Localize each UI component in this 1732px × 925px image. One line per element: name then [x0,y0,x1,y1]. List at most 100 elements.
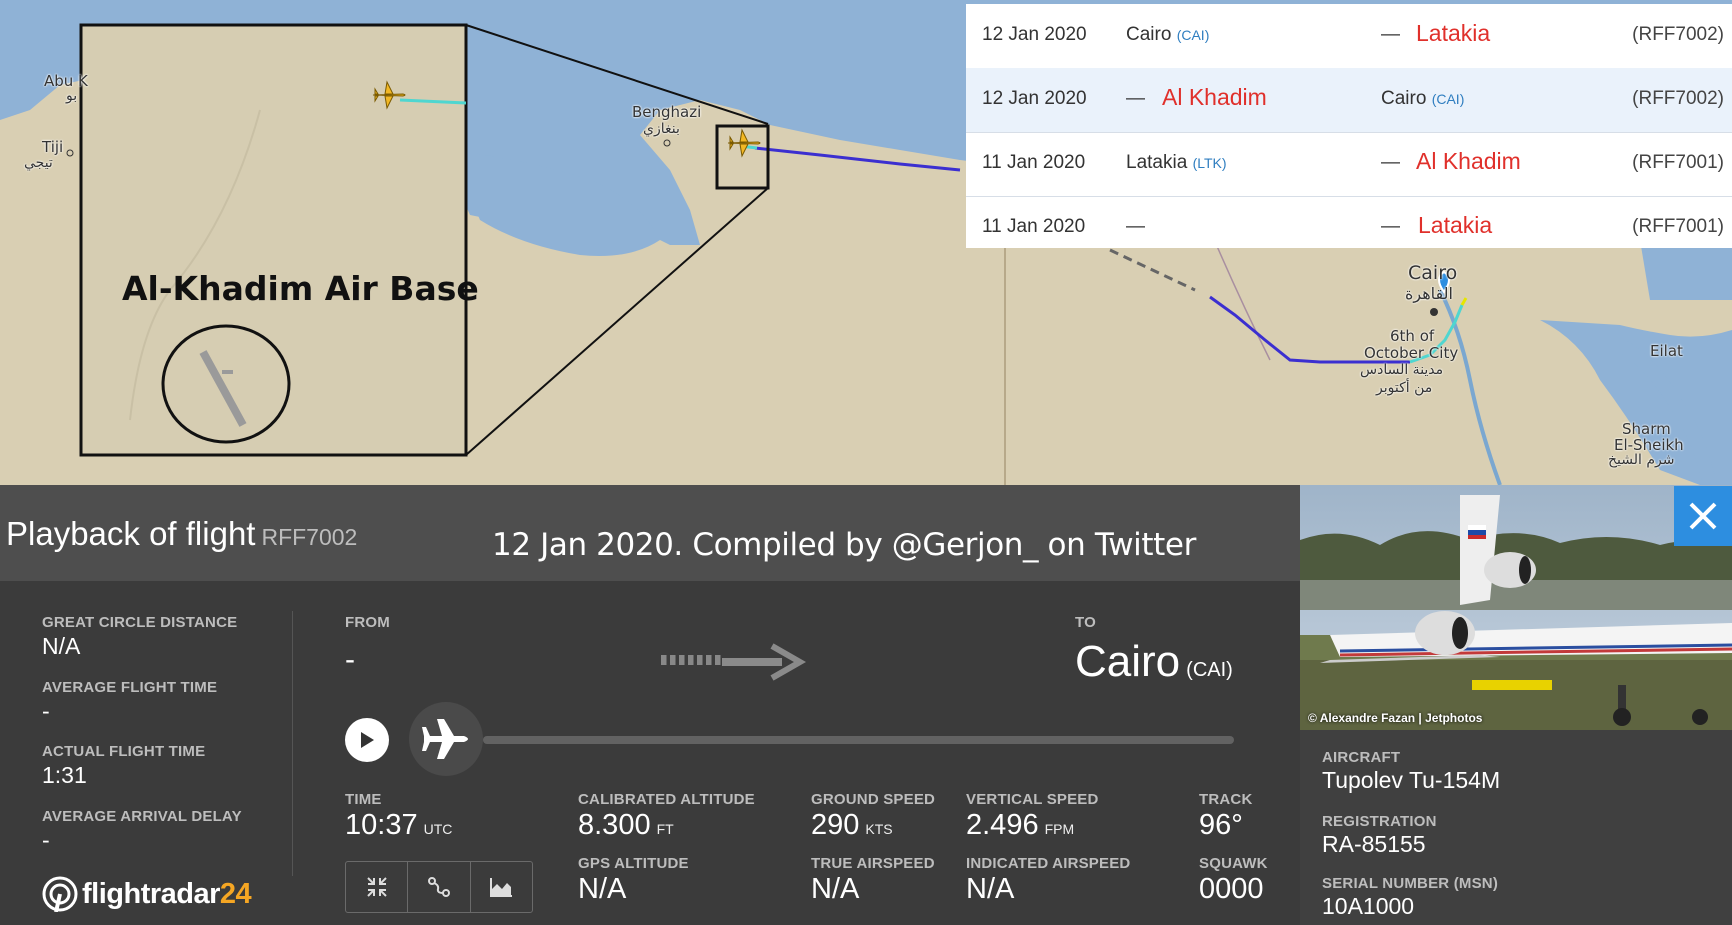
vertical-speed-label: VERTICAL SPEED [966,791,1099,808]
history-from-city: Cairo [1126,24,1172,45]
history-flight: (RFF7001) [1632,216,1724,237]
history-row[interactable]: 11 Jan 2020 Latakia (LTK) — Al Khadim (R… [966,132,1732,197]
cal-alt-value: 8.300 FT [578,809,674,842]
gps-alt-label: GPS ALTITUDE [578,855,689,872]
history-from: Latakia (LTK) [1126,152,1227,174]
brand-name: flightradar [82,877,220,910]
history-date: 12 Jan 2020 [982,24,1087,45]
history-date: 11 Jan 2020 [982,216,1086,237]
route-button[interactable] [408,862,471,912]
from-value: - [345,643,355,676]
radar-logo-icon [42,876,78,912]
history-row[interactable]: 11 Jan 2020 — — Latakia (RFF7001) [966,196,1732,260]
from-label: FROM [345,614,390,631]
to-city-code: (CAI) [1186,659,1233,681]
aircraft-value: Tupolev Tu-154M [1322,767,1501,793]
play-icon [361,732,374,748]
map-label-benghazi-ar: بنغازي [643,121,680,137]
photo-credit: © Alexandre Fazan | Jetphotos [1308,711,1483,725]
squawk-label: SQUAWK [1199,855,1268,872]
track-value: 96° [1199,809,1243,841]
cal-alt-unit: FT [656,821,674,837]
history-dash: — [1126,88,1145,109]
chart-icon [490,878,513,897]
close-icon [1689,502,1717,530]
close-button[interactable] [1674,486,1732,546]
aft-value: - [42,698,50,724]
chart-button[interactable] [471,862,532,912]
squawk-value: 0000 [1199,873,1264,905]
aad-value: - [42,827,50,853]
vertical-speed-value: 2.496 FPM [966,809,1074,842]
map-label-tiji: Tiji [42,138,64,156]
to-city: Cairo (CAI) [1075,637,1233,687]
history-to-city: Al Khadim [1416,148,1521,174]
msn-value: 10A1000 [1322,893,1415,919]
history-from-code: (LTK) [1192,155,1227,171]
view-tools [345,861,533,913]
flight-history-table: 12 Jan 2020 Cairo (CAI) — Latakia (RFF70… [966,4,1732,248]
route-dots [661,655,723,665]
map-label-6th-october-2: October City [1364,344,1459,362]
inset-title: Al-Khadim Air Base [122,269,479,308]
registration-label: REGISTRATION [1322,813,1437,830]
play-button[interactable] [345,718,389,762]
history-row-selected[interactable]: 12 Jan 2020 — Al Khadim Cairo (CAI) (RFF… [966,68,1732,133]
stats-divider [292,611,293,876]
panel-flight-number: RFF7002 [261,524,358,550]
time-value: 10:37 UTC [345,809,452,842]
history-from-code: (CAI) [1176,27,1210,43]
ground-speed-label: GROUND SPEED [811,791,936,808]
ground-speed-value: 290 KTS [811,809,893,842]
map-label-abu-ar: بو [66,88,78,104]
ground-speed-number: 290 [811,809,860,841]
aad-label: AVERAGE ARRIVAL DELAY [42,808,242,825]
history-dash: — [1381,216,1400,237]
playback-slider-handle[interactable] [409,702,483,776]
route-arrow-icon [722,643,806,681]
aircraft-photo[interactable]: © Alexandre Fazan | Jetphotos [1300,485,1732,730]
indicated-airspeed-value: N/A [966,873,1015,905]
history-to-city: Latakia [1416,20,1491,46]
panel-header: Playback of flight RFF7002 12 Jan 2020. C… [0,485,1300,581]
ground-speed-unit: KTS [865,821,893,837]
panel-title-text: Playback of flight [6,515,256,552]
true-airspeed-value: N/A [811,873,860,905]
gcd-value: N/A [42,633,81,659]
registration-value: RA-85155 [1322,831,1426,857]
gps-alt-value: N/A [578,873,627,905]
expand-icon [366,877,387,897]
history-to: Cairo (CAI) [1381,88,1464,110]
gcd-label: GREAT CIRCLE DISTANCE [42,614,238,631]
brand-number: 24 [219,877,252,910]
act-label: ACTUAL FLIGHT TIME [42,743,206,760]
vertical-speed-number: 2.496 [966,809,1039,841]
msn-label: SERIAL NUMBER (MSN) [1322,875,1499,892]
playback-slider[interactable] [483,736,1234,744]
panel-title: Playback of flight RFF7002 [6,515,357,553]
flightradar24-logo[interactable]: flightradar24 [42,876,252,912]
compiled-caption: 12 Jan 2020. Compiled by @Gerjon_ on Twi… [492,527,1196,563]
time-unit: UTC [423,821,453,837]
map-label-tiji-ar: تيجي [24,155,53,171]
brand-text: flightradar24 [82,877,252,911]
aircraft-label: AIRCRAFT [1322,749,1401,766]
map-label-cairo-ar: القاهرة [1405,284,1453,303]
history-flight: (RFF7002) [1632,24,1724,45]
aircraft-info-panel: AIRCRAFT Tupolev Tu-154M REGISTRATION RA… [1300,730,1732,925]
history-row[interactable]: 12 Jan 2020 Cairo (CAI) — Latakia (RFF70… [966,4,1732,69]
time-number: 10:37 [345,809,418,841]
history-from-city: Latakia [1126,152,1188,173]
indicated-airspeed-label: INDICATED AIRSPEED [966,855,1131,872]
history-flight: (RFF7001) [1632,152,1724,173]
map-label-cairo: Cairo [1408,262,1458,284]
time-label: TIME [345,791,382,808]
map-label-6th-october-ar1: مدينة السادس [1360,362,1444,378]
true-airspeed-label: TRUE AIRSPEED [811,855,935,872]
map-label-6th-october-1: 6th of [1390,327,1435,345]
expand-button[interactable] [346,862,409,912]
history-from-city: Al Khadim [1162,84,1267,110]
history-to-code: (CAI) [1431,91,1465,107]
history-from: Cairo (CAI) [1126,24,1209,46]
airplane-icon [422,719,468,759]
